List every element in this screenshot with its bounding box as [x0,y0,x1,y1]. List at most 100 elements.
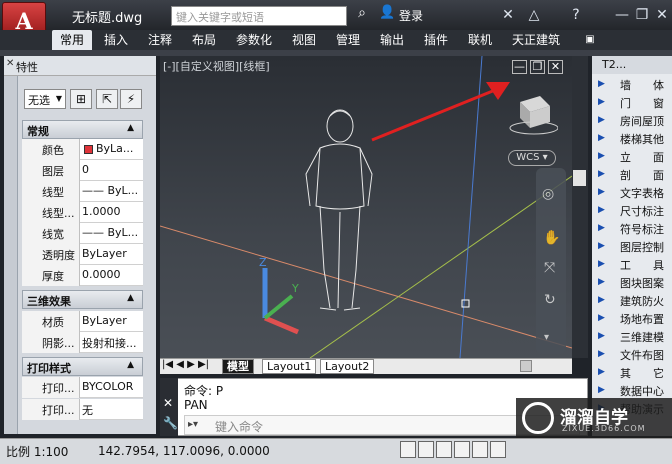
annotation-scale[interactable]: 比例 1:100 [6,443,68,460]
expand-arrow-icon[interactable]: ▶ [598,259,605,269]
property-row[interactable]: 透明度 ByLayer [22,244,143,265]
tool-palette-item[interactable]: 尺寸标注 [620,203,664,219]
osnap-icon[interactable] [472,441,488,458]
steering-wheel-icon[interactable]: ◎ [542,186,554,202]
expand-arrow-icon[interactable]: ▶ [598,79,605,89]
section-3d-effects[interactable]: 三维效果 ▲ [22,290,143,309]
tab-annotate[interactable]: 注释 [140,30,180,50]
section-plot-style[interactable]: 打印样式 ▲ [22,357,143,376]
expand-arrow-icon[interactable]: ▶ [598,205,605,215]
expand-arrow-icon[interactable]: ▶ [598,115,605,125]
expand-arrow-icon[interactable]: ▶ [598,169,605,179]
expand-arrow-icon[interactable]: ▶ [598,349,605,359]
tool-palette-item[interactable]: 立 面 [620,149,664,165]
tool-palette-item[interactable]: 墙 体 [620,77,664,93]
tool-palette-item[interactable]: 剖 面 [620,167,664,183]
tool-palette-item[interactable]: 建筑防火 [620,293,664,309]
command-prompt-icon[interactable]: ▸▾ [188,419,198,430]
expand-arrow-icon[interactable]: ▶ [598,313,605,323]
app-store-icon[interactable]: △ [524,5,544,25]
orbit-icon[interactable]: ↻ [544,292,556,308]
vertical-scrollbar[interactable] [572,56,588,358]
expand-arrow-icon[interactable]: ▶ [598,151,605,161]
property-row[interactable]: 打印... BYCOLOR [22,377,143,398]
section-general[interactable]: 常规 ▲ [22,120,143,139]
property-row[interactable]: 阴影... 投射和接... [22,332,143,353]
tab-view[interactable]: 视图 [284,30,324,50]
search-input[interactable]: 键入关键字或短语 [171,6,347,26]
expand-arrow-icon[interactable]: ▶ [598,241,605,251]
quick-select-icon[interactable]: ⚡ [120,89,142,109]
expand-arrow-icon[interactable]: ▶ [598,223,605,233]
tab-insert[interactable]: 插入 [96,30,136,50]
tool-palette-item[interactable]: 门 窗 [620,95,664,111]
property-row[interactable]: 颜色 ByLa... [22,139,143,160]
property-row[interactable]: 线型 —— ByL... [22,181,143,202]
property-row[interactable]: 材质 ByLayer [22,311,143,332]
tab-manage[interactable]: 管理 [328,30,368,50]
property-row[interactable]: 线型... 1.0000 [22,202,143,223]
ortho-icon[interactable] [436,441,452,458]
palette-side-bar[interactable] [4,76,18,434]
otrack-icon[interactable] [490,441,506,458]
tool-palette-item[interactable]: 文字表格 [620,185,664,201]
tab-plugins[interactable]: 插件 [416,30,456,50]
property-row[interactable]: 图层 0 [22,160,143,181]
grid-icon[interactable] [418,441,434,458]
expand-arrow-icon[interactable]: ▶ [598,133,605,143]
tool-palette-item[interactable]: 数据中心 [620,383,664,399]
login-button[interactable]: 登录 [399,7,423,24]
property-row[interactable]: 线宽 —— ByL... [22,223,143,244]
tab-layout[interactable]: 布局 [184,30,224,50]
property-row[interactable]: 厚度 0.0000 [22,265,143,286]
wrench-icon[interactable]: 🔧 [163,416,178,430]
snap-icon[interactable] [400,441,416,458]
restore-icon[interactable]: ❐ [530,60,545,74]
close-icon[interactable]: ✕ [6,58,14,69]
tool-palette-item[interactable]: 场地布置 [620,311,664,327]
polar-icon[interactable] [454,441,470,458]
tab-output[interactable]: 输出 [372,30,412,50]
minimize-icon[interactable]: — [612,5,632,25]
tool-palette-item[interactable]: 楼梯其他 [620,131,664,147]
help-icon[interactable]: ? [566,5,586,25]
horizontal-scrollbar-thumb[interactable] [520,360,532,372]
user-icon[interactable]: 👤 [379,5,397,25]
viewcube-icon[interactable] [506,92,558,136]
scrollbar-thumb[interactable] [573,170,586,186]
viewport-controls-label[interactable]: [-][自定义视图][线框] [163,58,270,74]
tool-palette-item[interactable]: 三维建模 [620,329,664,345]
toggle-pickadd-icon[interactable]: ⊞ [70,89,92,109]
tool-palette-item[interactable]: 符号标注 [620,221,664,237]
tool-palette-item[interactable]: 图层控制 [620,239,664,255]
expand-arrow-icon[interactable]: ▶ [598,295,605,305]
coordinates-readout[interactable]: 142.7954, 117.0096, 0.0000 [98,444,270,458]
tab-home[interactable]: 常用 [52,30,92,50]
expand-arrow-icon[interactable]: ▶ [598,97,605,107]
binoculars-icon[interactable]: ⌕ [352,5,372,25]
zoom-icon[interactable]: ⤧ [544,260,555,276]
tool-palette-item[interactable]: 房间屋顶 [620,113,664,129]
ribbon-minimize-icon[interactable]: ▣ [580,30,600,50]
close-icon[interactable]: ✕ [163,396,173,410]
tab-parametric[interactable]: 参数化 [228,30,280,50]
select-objects-icon[interactable]: ⇱ [96,89,118,109]
tab-online[interactable]: 联机 [460,30,500,50]
pan-hand-icon[interactable]: ✋ [543,230,560,246]
tool-palette-item[interactable]: 工 具 [620,257,664,273]
property-row[interactable]: 打印... 无 [22,399,143,420]
selection-dropdown[interactable]: 无选 ▼ [24,89,66,109]
tab-layout1[interactable]: Layout1 [262,359,317,374]
tab-model[interactable]: 模型 [222,359,254,374]
expand-arrow-icon[interactable]: ▶ [598,277,605,287]
tool-palette-item[interactable]: 文件布图 [620,347,664,363]
wcs-menu[interactable]: WCS ▾ [508,150,556,166]
tab-tangent-architecture[interactable]: 天正建筑 [504,30,568,50]
layout-nav-arrows[interactable]: |◀ ◀ ▶ ▶| [162,359,209,370]
close-icon[interactable]: ✕ [548,60,563,74]
tool-palette-item[interactable]: 图块图案 [620,275,664,291]
tool-palette-item[interactable]: 其 它 [620,365,664,381]
close-icon[interactable]: ✕ [652,5,672,25]
expand-arrow-icon[interactable]: ▶ [598,385,605,395]
expand-arrow-icon[interactable]: ▶ [598,187,605,197]
